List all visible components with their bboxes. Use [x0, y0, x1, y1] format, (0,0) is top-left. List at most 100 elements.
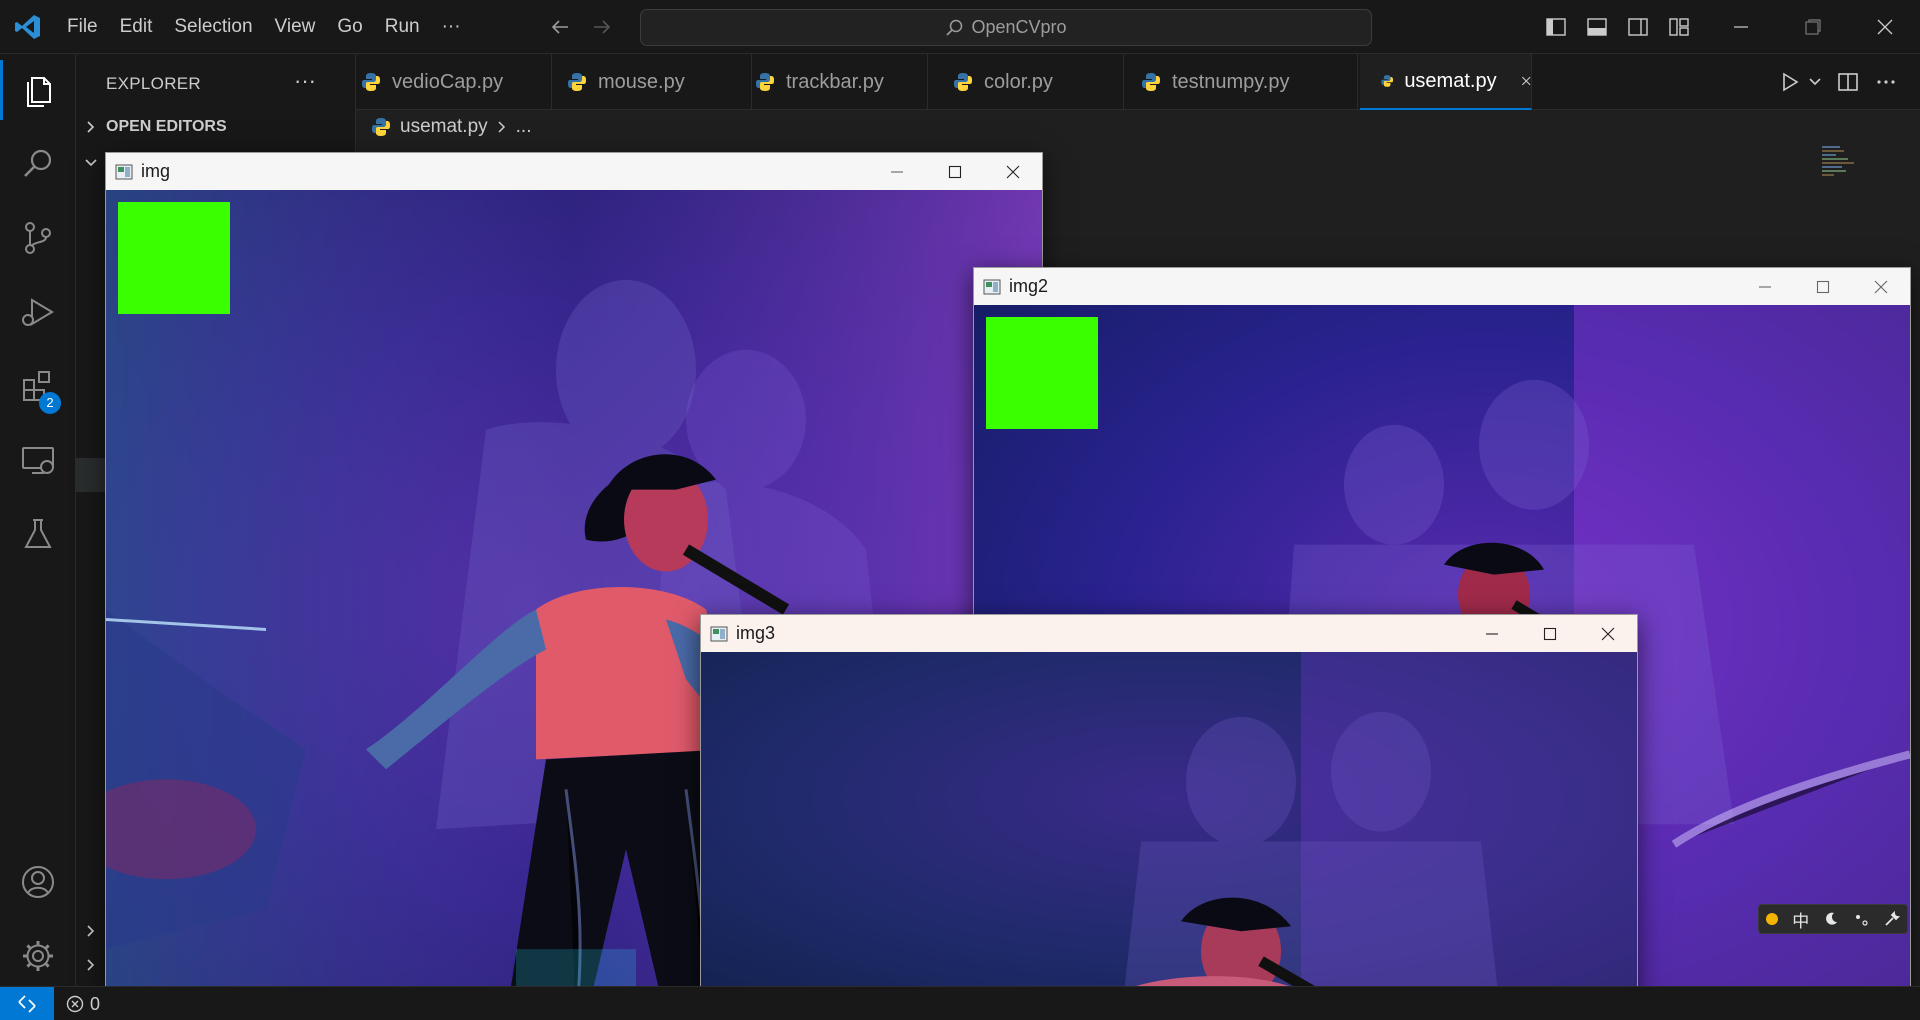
close-window-button[interactable]	[1850, 0, 1920, 54]
search-icon	[24, 149, 52, 177]
minimize-button[interactable]	[868, 153, 926, 190]
close-button[interactable]	[984, 153, 1042, 190]
minimize-icon	[1734, 26, 1748, 28]
tab-label: testnumpy.py	[1172, 70, 1290, 93]
maximize-button[interactable]	[1794, 268, 1852, 305]
close-icon[interactable]	[1521, 73, 1531, 89]
close-icon	[1601, 627, 1615, 640]
open-editors-section[interactable]: OPEN EDITORS	[84, 118, 227, 136]
minimize-icon	[891, 170, 903, 173]
tab-label: trackbar.py	[786, 70, 884, 93]
activity-accounts[interactable]	[0, 846, 76, 918]
window-title-bar[interactable]: img	[106, 153, 1042, 190]
toggle-sidebar-icon[interactable]	[1544, 15, 1568, 39]
chevron-right-icon[interactable]	[84, 958, 98, 972]
menu-edit[interactable]: Edit	[109, 0, 164, 54]
tab-usemat[interactable]: usemat.py	[1360, 54, 1532, 110]
breadcrumb-file[interactable]: usemat.py	[400, 116, 488, 138]
layout-controls	[1544, 0, 1691, 54]
python-file-icon	[362, 73, 380, 91]
activity-testing[interactable]	[0, 498, 76, 570]
menu-more[interactable]: ···	[431, 0, 472, 54]
restore-window-button[interactable]	[1778, 0, 1848, 54]
minimize-icon	[1759, 285, 1771, 288]
tab-trackbar[interactable]: trackbar.py	[752, 54, 928, 110]
tab-vediocap[interactable]: vedioCap.py	[356, 54, 552, 110]
window-app-icon	[115, 164, 133, 179]
open-editors-label: OPEN EDITORS	[106, 118, 227, 135]
tab-mouse[interactable]: mouse.py	[556, 54, 752, 110]
python-file-icon	[372, 118, 390, 136]
activity-bar: 2	[0, 54, 76, 986]
minimize-button[interactable]	[1463, 615, 1521, 652]
split-editor-icon[interactable]	[1836, 70, 1860, 94]
menu-file[interactable]: File	[56, 0, 109, 54]
window-title-bar[interactable]: img3	[701, 615, 1637, 652]
python-file-icon	[756, 73, 774, 91]
chevron-right-icon[interactable]	[84, 924, 98, 938]
problems-indicator[interactable]: 0	[66, 987, 100, 1020]
punctuation-icon[interactable]	[1854, 911, 1870, 927]
opencv-window-img3[interactable]: img3	[700, 614, 1638, 1020]
close-icon	[1006, 165, 1020, 178]
remote-indicator[interactable]	[0, 987, 54, 1020]
activity-explorer[interactable]	[0, 54, 76, 126]
window-title: img	[141, 161, 171, 181]
activity-manage[interactable]	[0, 920, 76, 992]
breadcrumb: usemat.py ...	[370, 114, 532, 140]
activity-extensions[interactable]: 2	[0, 350, 76, 422]
vscode-logo	[15, 15, 40, 39]
ime-language[interactable]: 中	[1792, 907, 1809, 932]
activity-source-control[interactable]	[0, 202, 76, 274]
breadcrumb-more[interactable]: ...	[516, 116, 532, 138]
chevron-down-icon[interactable]	[84, 156, 98, 170]
minimize-button[interactable]	[1736, 268, 1794, 305]
source-control-icon	[25, 222, 51, 254]
maximize-button[interactable]	[926, 153, 984, 190]
window-app-icon	[710, 626, 728, 641]
tab-label: usemat.py	[1404, 69, 1497, 92]
maximize-icon	[948, 165, 962, 178]
chevron-right-icon	[498, 121, 505, 133]
chevron-right-icon	[87, 121, 95, 133]
close-button[interactable]	[1852, 268, 1910, 305]
toggle-secondary-sidebar-icon[interactable]	[1626, 15, 1650, 39]
activity-search[interactable]	[0, 128, 76, 200]
close-button[interactable]	[1579, 615, 1637, 652]
editor-actions	[1778, 54, 1920, 110]
menu-view[interactable]: View	[264, 0, 327, 54]
activity-remote-explorer[interactable]	[0, 424, 76, 496]
maximize-button[interactable]	[1521, 615, 1579, 652]
minimize-window-button[interactable]	[1706, 0, 1776, 54]
activity-run-debug[interactable]	[0, 276, 76, 348]
drawn-green-rectangle	[986, 317, 1098, 429]
sidebar-more-actions[interactable]: ···	[294, 68, 316, 94]
ime-toolbar[interactable]: 中	[1758, 904, 1908, 934]
image-display	[701, 652, 1637, 1019]
wrench-icon[interactable]	[1884, 911, 1900, 927]
drawn-green-rectangle	[118, 202, 230, 314]
forward-arrow-icon[interactable]	[590, 15, 614, 39]
chevron-down-icon[interactable]	[1808, 75, 1822, 89]
more-actions-icon[interactable]	[1874, 70, 1898, 94]
close-icon	[1877, 19, 1893, 35]
menu-go[interactable]: Go	[326, 0, 373, 54]
tab-testnumpy[interactable]: testnumpy.py	[1140, 54, 1358, 110]
moon-icon[interactable]	[1823, 911, 1839, 927]
concert-singer-image	[701, 652, 1637, 1019]
tab-color[interactable]: color.py	[948, 54, 1124, 110]
menu-selection[interactable]: Selection	[163, 0, 263, 54]
toggle-panel-icon[interactable]	[1585, 15, 1609, 39]
command-center-search[interactable]: OpenCVpro	[640, 9, 1372, 46]
window-app-icon	[983, 279, 1001, 294]
back-arrow-icon[interactable]	[548, 15, 572, 39]
customize-layout-icon[interactable]	[1667, 15, 1691, 39]
menu-run[interactable]: Run	[374, 0, 431, 54]
window-title: img3	[736, 623, 776, 643]
status-bar: 0	[0, 986, 1920, 1020]
window-title-bar[interactable]: img2	[974, 268, 1910, 305]
vscode-window: File Edit Selection View Go Run ··· Open…	[0, 0, 1920, 1020]
minimap[interactable]	[1818, 140, 1858, 188]
testing-icon	[24, 519, 52, 548]
play-icon[interactable]	[1778, 70, 1802, 94]
